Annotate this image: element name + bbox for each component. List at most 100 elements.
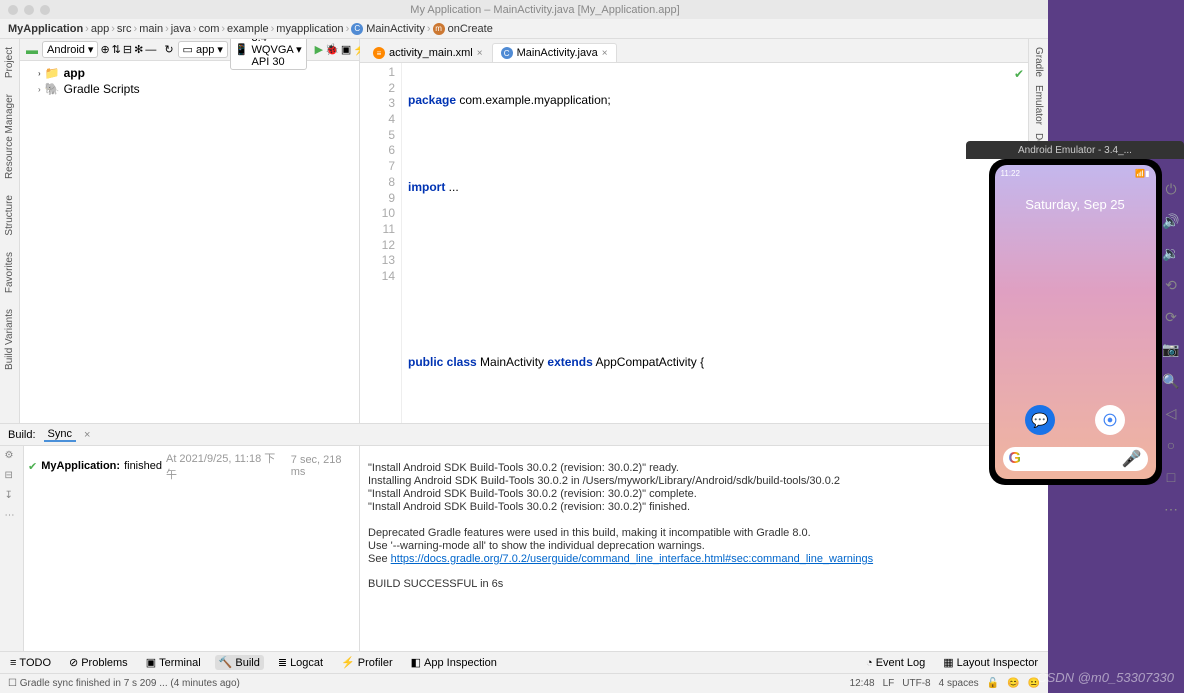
google-search-bar[interactable]: G 🎤 [1003,447,1148,471]
breadcrumb-item[interactable]: MyApplication [8,23,83,35]
rail-resource-manager[interactable]: Resource Manager [4,90,15,183]
screenshot-icon[interactable]: 📷 [1162,340,1180,358]
btab-terminal[interactable]: ▣ Terminal [142,655,205,670]
btab-event-log[interactable]: ◔ Event Log [862,656,929,670]
editor-tabs: ≡activity_main.xml× CMainActivity.java× [360,39,1028,63]
rail-project[interactable]: Project [4,43,15,82]
breadcrumb-item[interactable]: com [199,23,220,35]
target-icon[interactable]: ⊕ [100,43,109,57]
breadcrumb: MyApplication› app› src› main› java› com… [0,19,1048,39]
run-config-select[interactable]: ▭ app ▾ [178,41,228,58]
btab-layout-inspector[interactable]: ▦ Layout Inspector [939,655,1042,670]
xml-icon: ≡ [373,47,385,59]
btab-build[interactable]: 🔨 Build [215,655,264,670]
collapse-icon[interactable]: ⊟ [123,43,132,57]
build-item[interactable]: ✔ MyApplication: finished At 2021/9/25, … [28,450,355,482]
lock-icon[interactable]: 🔓 [987,678,999,689]
chrome-app-icon[interactable] [1095,405,1125,435]
close-icon[interactable]: × [602,48,608,59]
zoom-icon[interactable]: 🔍 [1162,372,1180,390]
encoding[interactable]: UTF-8 [902,678,930,689]
power-icon[interactable]: ⏻ [1162,180,1180,198]
code-editor[interactable]: 1 2 3 4 5 6 7 8 9 10 11 12 13 14 package… [360,63,1028,423]
gradle-docs-link[interactable]: https://docs.gradle.org/7.0.2/userguide/… [391,553,873,565]
debug-icon[interactable]: 🐞 [325,43,339,57]
expand-icon[interactable]: ⇅ [112,43,121,57]
coverage-icon[interactable]: ▣ [341,43,351,57]
rail-favorites[interactable]: Favorites [4,248,15,297]
filter-icon[interactable]: ⚙ [5,450,19,464]
messages-app-icon[interactable]: 💬 [1025,405,1055,435]
build-log[interactable]: "Install Android SDK Build-Tools 30.0.2 … [360,446,1048,651]
build-title: Build: [8,429,36,441]
emoji-icon: 😊 [1007,678,1019,689]
indent[interactable]: 4 spaces [939,678,979,689]
volume-up-icon[interactable]: 🔊 [1162,212,1180,230]
btab-problems[interactable]: ⊘ Problems [65,655,132,670]
breadcrumb-item[interactable]: onCreate [448,23,493,35]
expand-all-icon[interactable]: ⊟ [5,470,19,484]
export-icon[interactable]: ↧ [5,490,19,504]
run-icon[interactable]: ▶ [315,43,323,57]
breadcrumb-item[interactable]: example [227,23,269,35]
method-icon: m [433,23,445,35]
dropdown-icon: ▾ [88,43,94,56]
rotate-right-icon[interactable]: ⟳ [1162,308,1180,326]
close-icon[interactable]: × [477,48,483,59]
tree-item-app[interactable]: › 📁 app [20,65,359,81]
build-toolbar: ⚙ ⊟ ↧ ⋯ [0,446,24,651]
left-rail: Project Resource Manager Structure Favor… [0,39,20,423]
btab-logcat[interactable]: ≣ Logcat [274,655,327,670]
build-tab-sync[interactable]: Sync [44,428,76,442]
watermark: CSDN @m0_53307330 [1037,670,1174,685]
overview-icon[interactable]: □ [1162,468,1180,486]
google-icon: G [1009,450,1021,468]
emulator-date: Saturday, Sep 25 [995,197,1156,212]
settings-icon[interactable]: ✻ [134,43,143,57]
gutter: 1 2 3 4 5 6 7 8 9 10 11 12 13 14 [360,63,402,423]
breadcrumb-item[interactable]: src [117,23,132,35]
rotate-left-icon[interactable]: ⟲ [1162,276,1180,294]
project-view-select[interactable]: Android ▾ [42,41,98,58]
tab-activity-main[interactable]: ≡activity_main.xml× [364,43,492,62]
breadcrumb-item[interactable]: MainActivity [366,23,425,35]
mic-icon[interactable]: 🎤 [1122,449,1142,469]
title-bar: My Application – MainActivity.java [My_A… [0,0,1048,19]
build-panel: Build: Sync × ⚙ ⊟ ↧ ⋯ ✔ MyApplication: f… [0,423,1048,651]
status-message: ☐ Gradle sync finished in 7 s 209 ... (4… [8,678,240,689]
emulator-title: Android Emulator - 3.4_... [966,141,1184,159]
breadcrumb-item[interactable]: myapplication [276,23,343,35]
back-icon[interactable]: ◁ [1162,404,1180,422]
android-icon: ▬ [26,43,38,57]
success-icon: ✔ [28,460,37,473]
window-close-icon[interactable] [8,5,18,15]
options-icon[interactable]: ⋯ [5,510,19,524]
window-minimize-icon[interactable] [24,5,34,15]
status-bar: ☐ Gradle sync finished in 7 s 209 ... (4… [0,673,1048,693]
tree-item-gradle-scripts[interactable]: › 🐘 Gradle Scripts [20,81,359,97]
btab-app-inspection[interactable]: ◧ App Inspection [407,655,501,670]
hide-icon[interactable]: — [145,43,156,57]
rail-emulator[interactable]: Emulator [1033,81,1044,129]
line-separator[interactable]: LF [883,678,895,689]
cursor-position[interactable]: 12:48 [850,678,875,689]
rail-gradle[interactable]: Gradle [1033,43,1044,81]
rail-build-variants[interactable]: Build Variants [4,305,15,374]
close-icon[interactable]: × [84,429,90,441]
breadcrumb-item[interactable]: app [91,23,109,35]
breadcrumb-item[interactable]: main [139,23,163,35]
breadcrumb-item[interactable]: java [171,23,191,35]
emulator-screen[interactable]: 11:22📶▮ Saturday, Sep 25 💬 G 🎤 [995,165,1156,479]
home-icon[interactable]: ○ [1162,436,1180,454]
more-icon[interactable]: ⋯ [1162,500,1180,518]
btab-profiler[interactable]: ⚡ Profiler [337,655,397,670]
inspection-ok-icon[interactable]: ✔ [1014,67,1024,81]
window-maximize-icon[interactable] [40,5,50,15]
btab-todo[interactable]: ≡ TODO [6,656,55,670]
class-icon: C [351,23,363,35]
rail-structure[interactable]: Structure [4,191,15,240]
volume-down-icon[interactable]: 🔉 [1162,244,1180,262]
sync-icon[interactable]: ↻ [164,43,173,57]
class-icon: C [501,47,513,59]
tab-main-activity[interactable]: CMainActivity.java× [492,43,617,62]
